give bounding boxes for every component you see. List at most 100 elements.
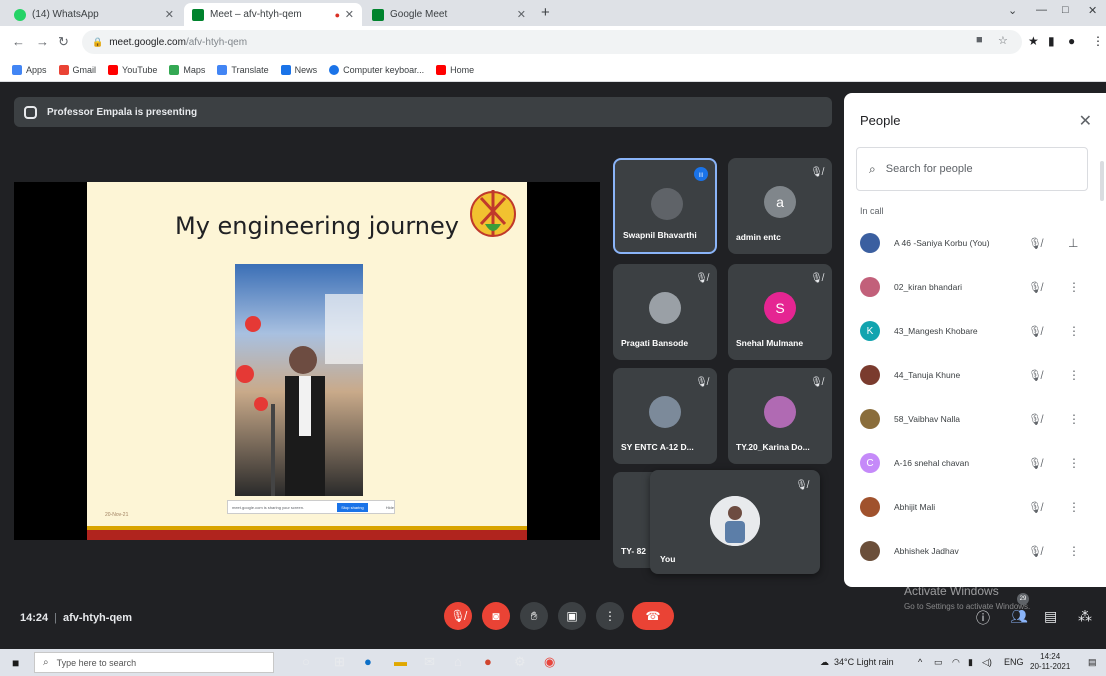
profile-avatar-icon[interactable]: ● bbox=[1068, 34, 1075, 48]
battery-icon[interactable]: ▭ bbox=[934, 657, 943, 668]
mic-off-icon: 🎙︎̸ bbox=[795, 480, 808, 491]
cortana-icon[interactable]: ○ bbox=[302, 654, 310, 669]
participant-tile[interactable]: 🎙︎̸ TY.20_Karina Do... bbox=[728, 368, 832, 464]
maximize-button[interactable]: □ bbox=[1062, 4, 1069, 16]
tab-google-meet[interactable]: Google Meet ✕ bbox=[364, 3, 534, 26]
mic-off-icon[interactable]: 🎙︎̸ bbox=[1028, 281, 1042, 294]
close-panel-button[interactable]: ✕ bbox=[1079, 111, 1092, 131]
task-view-icon[interactable]: ⊞ bbox=[334, 654, 345, 670]
bookmark-news[interactable]: News bbox=[280, 64, 317, 75]
weather-icon[interactable]: ☁ bbox=[820, 657, 829, 668]
menu-kebab-icon[interactable]: ⋮ bbox=[1092, 34, 1104, 48]
participant-row[interactable]: A 46 -Saniya Korbu (You) 🎙︎̸ ⊥ bbox=[844, 221, 1106, 265]
bookmark-star-icon[interactable]: ☆ bbox=[998, 34, 1008, 47]
bookmark-translate[interactable]: Translate bbox=[217, 64, 269, 75]
more-options-icon[interactable]: ⋮ bbox=[1068, 456, 1080, 470]
leave-call-button[interactable]: ☎︎ bbox=[632, 602, 674, 630]
participant-tile[interactable]: 🎙︎̸ a admin entc bbox=[728, 158, 832, 254]
tab-meet-active[interactable]: Meet – afv-htyh-qem ● ✕ bbox=[184, 3, 362, 26]
close-tab-icon[interactable]: ✕ bbox=[517, 8, 526, 21]
mic-off-icon[interactable]: 🎙︎̸ bbox=[1028, 545, 1042, 558]
reload-button[interactable]: ↻ bbox=[58, 34, 69, 50]
mail-icon[interactable]: ✉ bbox=[424, 654, 435, 670]
tab-search-icon[interactable]: ⌄ bbox=[1008, 4, 1017, 17]
mic-off-icon: 🎙︎̸ bbox=[695, 377, 708, 388]
participant-tile[interactable]: 🎙︎̸ SY ENTC A-12 D... bbox=[613, 368, 717, 464]
mic-off-icon[interactable]: 🎙︎̸ bbox=[1028, 325, 1042, 338]
more-options-icon[interactable]: ⋮ bbox=[1068, 368, 1080, 382]
forward-button[interactable]: → bbox=[36, 34, 49, 49]
participant-tile[interactable]: ıı Swapnil Bhavarthi bbox=[613, 158, 717, 254]
new-tab-button[interactable]: + bbox=[541, 4, 550, 21]
more-options-icon[interactable]: ⋮ bbox=[1068, 324, 1080, 338]
raise-hand-button[interactable]: ✋︎ bbox=[520, 602, 548, 630]
weather-text[interactable]: 34°C Light rain bbox=[834, 657, 894, 667]
windows-start-icon[interactable]: ■ bbox=[12, 656, 19, 670]
volume-icon[interactable]: ◁) bbox=[982, 657, 992, 668]
store-icon[interactable]: ⌂ bbox=[454, 654, 462, 669]
bookmark-youtube[interactable]: YouTube bbox=[108, 64, 157, 75]
participant-row[interactable]: K 43_Mangesh Khobare 🎙︎̸ ⋮ bbox=[844, 309, 1106, 353]
settings-gear-icon[interactable]: ⚙ bbox=[514, 654, 526, 670]
close-window-button[interactable]: ✕ bbox=[1088, 4, 1097, 17]
mic-toggle-button[interactable]: 🎙︎̸ bbox=[444, 602, 472, 630]
more-options-icon[interactable]: ⋮ bbox=[1068, 544, 1080, 558]
close-tab-icon[interactable]: ✕ bbox=[345, 8, 354, 21]
close-tab-icon[interactable]: ✕ bbox=[165, 8, 174, 21]
participant-tile[interactable]: 🎙︎̸ S Snehal Mulmane bbox=[728, 264, 832, 360]
participant-row[interactable]: 44_Tanuja Khune 🎙︎̸ ⋮ bbox=[844, 353, 1106, 397]
participant-row[interactable]: 58_Vaibhav Nalla 🎙︎̸ ⋮ bbox=[844, 397, 1106, 441]
bookmark-maps[interactable]: Maps bbox=[169, 64, 205, 75]
address-bar[interactable]: 🔒 meet.google.com/afv-htyh-qem bbox=[82, 30, 1022, 54]
panel-scrollbar[interactable] bbox=[1100, 161, 1104, 201]
more-options-icon[interactable]: ⋮ bbox=[1068, 280, 1080, 294]
participant-row[interactable]: Abhijit Mali 🎙︎̸ ⋮ bbox=[844, 485, 1106, 529]
bookmark-apps[interactable]: Apps bbox=[12, 64, 47, 75]
participant-row[interactable]: Abhishek Jadhav 🎙︎̸ ⋮ bbox=[844, 529, 1106, 573]
minimize-button[interactable]: — bbox=[1036, 4, 1047, 16]
participant-row[interactable]: 02_kiran bhandari 🎙︎̸ ⋮ bbox=[844, 265, 1106, 309]
notifications-icon[interactable]: ▤ bbox=[1088, 657, 1097, 668]
mic-off-icon[interactable]: 🎙︎̸ bbox=[1028, 501, 1042, 514]
back-button[interactable]: ← bbox=[12, 34, 25, 49]
microphone-tray-icon[interactable]: ▮ bbox=[968, 657, 973, 668]
chat-icon[interactable]: ▤ bbox=[1044, 608, 1057, 625]
file-explorer-icon[interactable]: ▬ bbox=[394, 654, 407, 669]
mic-off-icon[interactable]: 🎙︎̸ bbox=[1028, 369, 1042, 382]
mic-off-icon: 🎙︎̸ bbox=[810, 377, 823, 388]
tray-chevron-icon[interactable]: ^ bbox=[918, 657, 922, 667]
participant-row[interactable]: C A-16 snehal chavan 🎙︎̸ ⋮ bbox=[844, 441, 1106, 485]
activities-icon[interactable]: ⁂ bbox=[1078, 608, 1092, 625]
bookmark-keyboard[interactable]: Computer keyboar... bbox=[329, 64, 424, 75]
more-options-icon[interactable]: ⋮ bbox=[1068, 500, 1080, 514]
system-clock[interactable]: 14:24 20-11-2021 bbox=[1030, 652, 1070, 672]
camera-toggle-button[interactable]: ◙ bbox=[482, 602, 510, 630]
mic-off-icon[interactable]: 🎙︎̸ bbox=[1028, 413, 1042, 426]
mic-off-icon[interactable]: 🎙︎̸ bbox=[1028, 237, 1042, 250]
chrome-icon[interactable]: ◉ bbox=[544, 654, 555, 670]
participant-tile[interactable]: 🎙︎̸ Pragati Bansode bbox=[613, 264, 717, 360]
camera-in-use-icon[interactable]: ■ bbox=[976, 34, 983, 46]
more-options-icon[interactable]: ⋮ bbox=[1068, 412, 1080, 426]
pin-icon[interactable]: ⊥ bbox=[1068, 236, 1078, 250]
more-options-button[interactable]: ⋮ bbox=[596, 602, 624, 630]
youtube-icon bbox=[436, 64, 447, 75]
bookmark-gmail[interactable]: Gmail bbox=[58, 64, 96, 75]
extensions-icon[interactable]: ★ bbox=[1028, 34, 1039, 48]
self-view-tile[interactable]: 🎙︎̸ You bbox=[650, 470, 820, 574]
network-icon[interactable]: ◠ bbox=[952, 657, 960, 668]
edge-icon[interactable]: ● bbox=[364, 654, 372, 669]
search-people-input[interactable]: ⌕ Search for people bbox=[856, 147, 1088, 191]
language-indicator[interactable]: ENG bbox=[1004, 657, 1024, 667]
bookmark-home[interactable]: Home bbox=[436, 64, 474, 75]
people-icon[interactable]: 👥︎ bbox=[1010, 608, 1028, 625]
firefox-icon[interactable]: ● bbox=[484, 654, 492, 669]
meeting-details-icon[interactable]: ⓘ bbox=[976, 608, 990, 628]
present-now-button[interactable]: ▣ bbox=[558, 602, 586, 630]
reading-list-icon[interactable]: ▮ bbox=[1048, 34, 1055, 48]
taskbar-search-input[interactable]: ⌕ Type here to search bbox=[34, 652, 274, 673]
tab-whatsapp[interactable]: (14) WhatsApp ✕ bbox=[6, 3, 182, 26]
stop-sharing-button[interactable]: Stop sharing bbox=[337, 502, 368, 512]
mic-off-icon[interactable]: 🎙︎̸ bbox=[1028, 457, 1042, 470]
hide-button[interactable]: Hide bbox=[386, 505, 394, 510]
